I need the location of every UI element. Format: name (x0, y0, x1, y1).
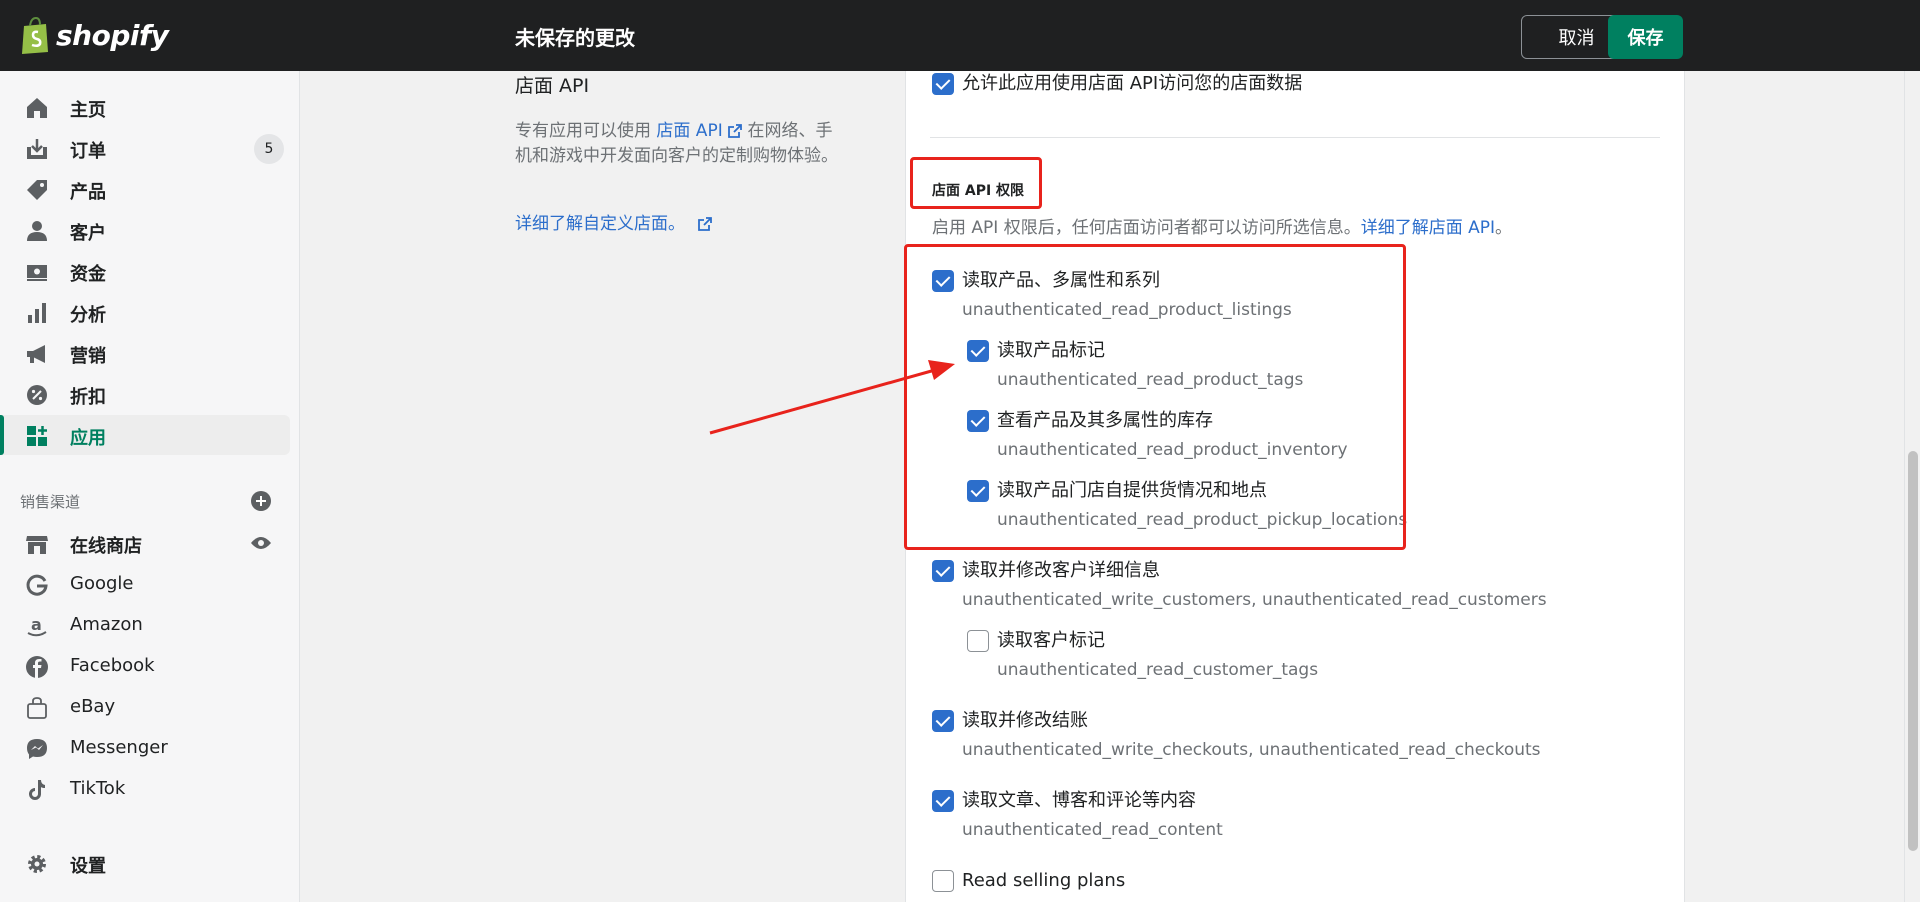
vertical-scrollbar[interactable] (1904, 71, 1920, 902)
scrollbar-thumb[interactable] (1908, 451, 1918, 851)
annotation-arrow (709, 360, 955, 435)
